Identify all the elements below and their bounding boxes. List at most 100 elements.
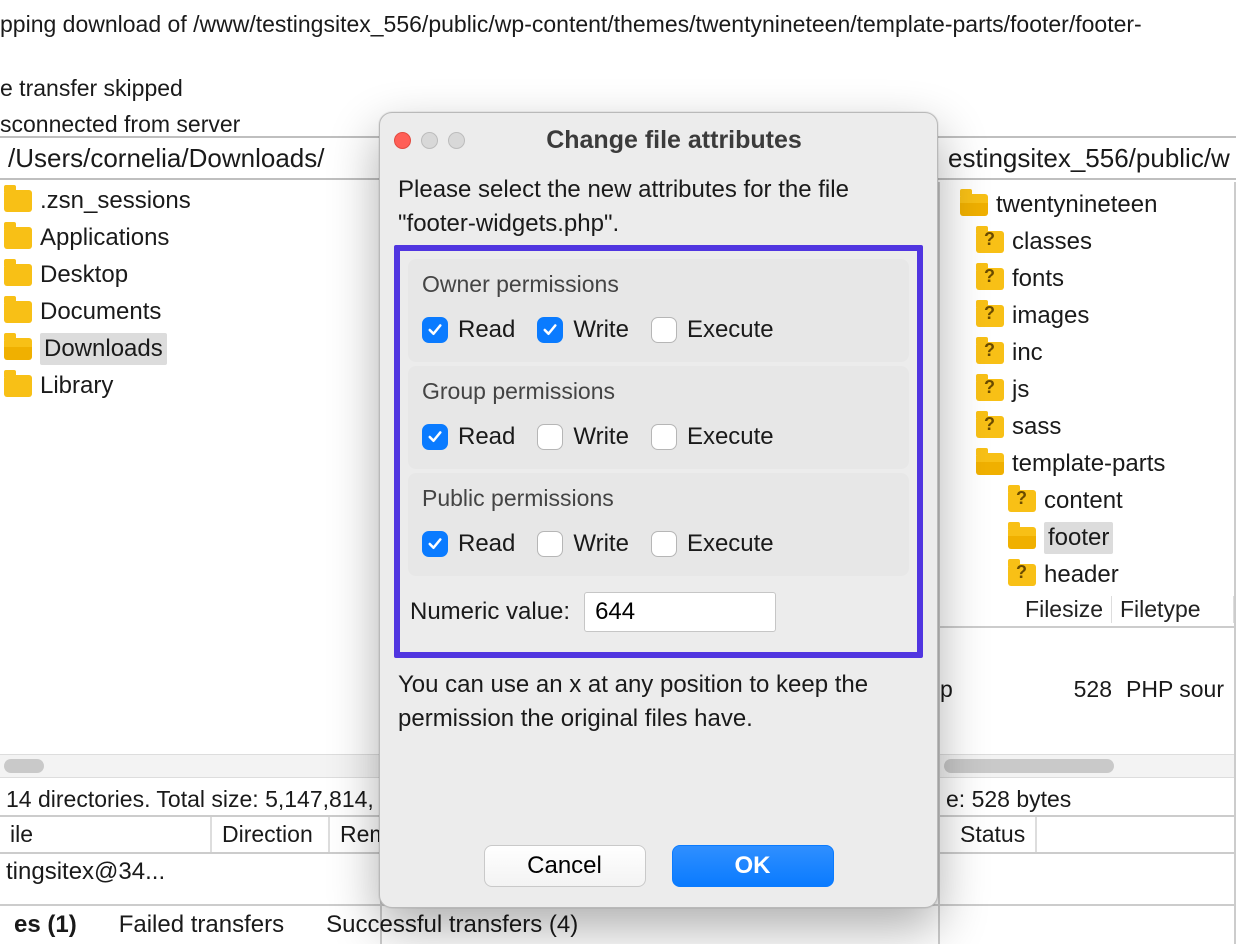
dialog-message: Please select the new attributes for the…: [380, 167, 937, 245]
folder-icon: [4, 338, 32, 360]
folder-icon: [1008, 527, 1036, 549]
remote-path[interactable]: estingsitex_556/public/w: [936, 143, 1236, 174]
group-write[interactable]: Write: [537, 423, 629, 451]
perm-label: Read: [458, 316, 515, 344]
folder-icon: [4, 375, 32, 397]
perm-label: Read: [458, 423, 515, 451]
dialog-titlebar[interactable]: Change file attributes: [380, 113, 937, 167]
tree-item[interactable]: Documents: [0, 293, 380, 330]
numeric-value-input[interactable]: [584, 592, 776, 632]
cancel-button[interactable]: Cancel: [484, 845, 646, 887]
cell-size: 528: [962, 676, 1112, 703]
tree-label: Desktop: [40, 261, 128, 289]
numeric-value-row: Numeric value:: [408, 576, 909, 632]
group-execute[interactable]: Execute: [651, 423, 774, 451]
folder-icon: [4, 227, 32, 249]
checkbox-icon[interactable]: [537, 424, 563, 450]
group-title: Public permissions: [422, 485, 895, 512]
folder-unknown-icon: [976, 342, 1004, 364]
col-status[interactable]: Status: [950, 817, 1037, 852]
tree-label: Documents: [40, 298, 161, 326]
tree-label: Applications: [40, 224, 169, 252]
group-read[interactable]: Read: [422, 423, 515, 451]
tree-label: sass: [1012, 413, 1061, 441]
close-icon[interactable]: [394, 132, 411, 149]
tree-label: Downloads: [40, 333, 167, 365]
tree-item[interactable]: header: [940, 556, 1234, 593]
change-attributes-dialog: Change file attributes Please select the…: [379, 112, 938, 908]
checkbox-icon[interactable]: [422, 531, 448, 557]
tab-successful[interactable]: Successful transfers (4): [316, 907, 588, 943]
tree-item[interactable]: Applications: [0, 219, 380, 256]
perm-label: Write: [573, 316, 629, 344]
folder-unknown-icon: [976, 231, 1004, 253]
col-filetype[interactable]: Filetype: [1112, 596, 1234, 623]
log-line: e transfer skipped: [0, 70, 1236, 106]
perm-label: Execute: [687, 423, 774, 451]
dialog-title: Change file attributes: [475, 126, 873, 155]
owner-read[interactable]: Read: [422, 316, 515, 344]
tree-item[interactable]: sass: [940, 408, 1234, 445]
public-permissions: Public permissions Read Write Execute: [408, 473, 909, 576]
perm-label: Write: [573, 530, 629, 558]
col-file[interactable]: ile: [0, 817, 212, 852]
tree-item[interactable]: classes: [940, 223, 1234, 260]
tree-label: fonts: [1012, 265, 1064, 293]
tree-label: inc: [1012, 339, 1043, 367]
checkbox-icon[interactable]: [651, 531, 677, 557]
col-direction[interactable]: Direction: [212, 817, 330, 852]
tree-label: images: [1012, 302, 1089, 330]
public-read[interactable]: Read: [422, 530, 515, 558]
folder-icon: [4, 190, 32, 212]
zoom-icon: [448, 132, 465, 149]
tree-item[interactable]: fonts: [940, 260, 1234, 297]
perm-label: Write: [573, 423, 629, 451]
tree-item[interactable]: template-parts: [940, 445, 1234, 482]
remote-list-header[interactable]: Filesize Filetype: [940, 592, 1234, 628]
perm-label: Execute: [687, 530, 774, 558]
tree-label: header: [1044, 561, 1119, 589]
folder-unknown-icon: [976, 305, 1004, 327]
checkbox-icon[interactable]: [651, 317, 677, 343]
tab-queued[interactable]: es (1): [4, 907, 87, 943]
checkbox-icon[interactable]: [422, 317, 448, 343]
tree-item[interactable]: Downloads: [0, 330, 380, 367]
folder-icon: [976, 453, 1004, 475]
public-execute[interactable]: Execute: [651, 530, 774, 558]
folder-icon: [4, 264, 32, 286]
tree-item[interactable]: inc: [940, 334, 1234, 371]
tree-item[interactable]: Library: [0, 367, 380, 404]
checkbox-icon[interactable]: [422, 424, 448, 450]
checkbox-icon[interactable]: [537, 317, 563, 343]
folder-icon: [960, 194, 988, 216]
folder-icon: [4, 301, 32, 323]
tree-item[interactable]: js: [940, 371, 1234, 408]
tree-label: twentynineteen: [996, 191, 1157, 219]
tree-item[interactable]: footer: [940, 519, 1234, 556]
folder-unknown-icon: [1008, 564, 1036, 586]
owner-execute[interactable]: Execute: [651, 316, 774, 344]
tree-label: template-parts: [1012, 450, 1165, 478]
checkbox-icon[interactable]: [537, 531, 563, 557]
folder-unknown-icon: [1008, 490, 1036, 512]
tree-item[interactable]: content: [940, 482, 1234, 519]
tree-item[interactable]: twentynineteen: [940, 186, 1234, 223]
numeric-label: Numeric value:: [410, 598, 570, 626]
owner-write[interactable]: Write: [537, 316, 629, 344]
tree-item[interactable]: Desktop: [0, 256, 380, 293]
public-write[interactable]: Write: [537, 530, 629, 558]
tab-failed[interactable]: Failed transfers: [109, 907, 294, 943]
tree-item[interactable]: images: [940, 297, 1234, 334]
col-filesize[interactable]: Filesize: [1000, 596, 1112, 623]
group-title: Group permissions: [422, 378, 895, 405]
perm-label: Execute: [687, 316, 774, 344]
ok-button[interactable]: OK: [672, 845, 834, 887]
group-title: Owner permissions: [422, 271, 895, 298]
tree-item[interactable]: .zsn_sessions: [0, 182, 380, 219]
tree-label: classes: [1012, 228, 1092, 256]
tree-label: footer: [1044, 522, 1113, 554]
table-row[interactable]: p 528 PHP sour: [940, 670, 1234, 709]
tree-label: .zsn_sessions: [40, 187, 191, 215]
checkbox-icon[interactable]: [651, 424, 677, 450]
folder-unknown-icon: [976, 416, 1004, 438]
